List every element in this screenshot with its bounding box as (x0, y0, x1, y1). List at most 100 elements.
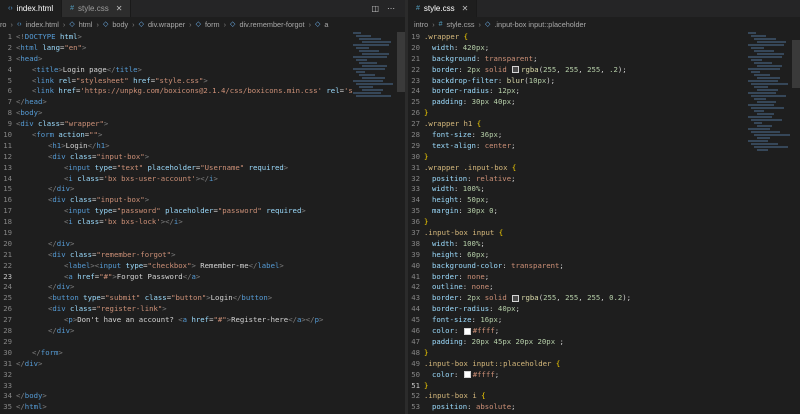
code-line[interactable]: 29 (0, 337, 405, 348)
breadcrumb-item[interactable]: style.css (447, 20, 475, 29)
code-line[interactable]: 2 <html lang="en"> (0, 43, 405, 54)
code-line[interactable]: 32 (0, 370, 405, 381)
breadcrumb-item[interactable]: div.wrapper (148, 20, 185, 29)
vertical-scrollbar[interactable] (397, 32, 405, 92)
code-line[interactable]: 45 font-size: 16px; (408, 315, 800, 326)
code-line[interactable]: 8 <body> (0, 108, 405, 119)
code-line[interactable]: 22 border: 2px solid rgba(255, 255, 255, … (408, 65, 800, 76)
breadcrumb-item[interactable]: a (324, 20, 328, 29)
code-line[interactable]: 31 .wrapper .input-box { (408, 163, 800, 174)
code-line[interactable]: 26} (408, 108, 800, 119)
color-swatch-icon[interactable] (463, 327, 471, 335)
color-swatch-icon[interactable] (512, 294, 520, 302)
breadcrumb-item[interactable]: html (79, 20, 93, 29)
tab-index-html[interactable]: ‹› index.html (0, 0, 63, 17)
code-line[interactable]: 50 color: #ffff; (408, 370, 800, 381)
code-line[interactable]: 10 <form action=""> (0, 130, 405, 141)
code-line[interactable]: 35 </html> (0, 402, 405, 413)
code-line[interactable]: 28 </div> (0, 326, 405, 337)
breadcrumb-item[interactable]: intro (414, 20, 428, 29)
code-token: ; (497, 130, 503, 140)
breadcrumb-item[interactable]: div.remember-forgot (239, 20, 304, 29)
code-line[interactable]: 20 width: 420px; (408, 43, 800, 54)
code-line[interactable]: 29 text-align: center; (408, 141, 800, 152)
code-line[interactable]: 52 .input-box i { (408, 391, 800, 402)
minimap[interactable] (353, 32, 397, 414)
code-line[interactable]: 39 height: 60px; (408, 250, 800, 261)
code-line[interactable]: 1 <!DOCTYPE html> (0, 32, 405, 43)
split-editor-icon[interactable]: ◫ (371, 4, 379, 13)
code-line[interactable]: 53 position: absolute; (408, 402, 800, 413)
tab-style-css[interactable]: # style.css ✕ (408, 0, 478, 17)
more-actions-icon[interactable]: ⋯ (387, 4, 395, 13)
code-line[interactable]: 3 <head> (0, 54, 405, 65)
close-icon[interactable]: ✕ (462, 4, 469, 13)
code-line[interactable]: 22 <label><input type="checkbox"> Remembe… (0, 261, 405, 272)
code-line[interactable]: 18 <i class='bx bxs-lock'></i> (0, 217, 405, 228)
code-line[interactable]: 32 position: relative; (408, 174, 800, 185)
minimap[interactable] (748, 32, 792, 414)
code-line[interactable]: 27 .wrapper h1 { (408, 119, 800, 130)
code-line[interactable]: 7 </head> (0, 97, 405, 108)
code-line[interactable]: 23 <a href="#">Forgot Password</a> (0, 272, 405, 283)
code-line[interactable]: 19 .wrapper { (408, 32, 800, 43)
code-line[interactable]: 27 <p>Don't have an account? <a href="#">… (0, 315, 405, 326)
code-line[interactable]: 21 background: transparent; (408, 54, 800, 65)
code-line[interactable]: 19 (0, 228, 405, 239)
code-line[interactable]: 30 </form> (0, 348, 405, 359)
code-line[interactable]: 16 <div class="input-box"> (0, 195, 405, 206)
code-line[interactable]: 42 outline: none; (408, 282, 800, 293)
code-line[interactable]: 11 <h1>Login</h1> (0, 141, 405, 152)
color-swatch-icon[interactable] (463, 371, 471, 379)
code-line[interactable]: 41 border: none; (408, 272, 800, 283)
code-line[interactable]: 44 border-radius: 40px; (408, 304, 800, 315)
color-swatch-icon[interactable] (512, 66, 520, 74)
breadcrumb-item[interactable]: ro (0, 20, 7, 29)
code-line[interactable]: 33 (0, 381, 405, 392)
code-line[interactable]: 38 width: 100%; (408, 239, 800, 250)
code-line[interactable]: 23 backdrop-filter: blur(10px); (408, 76, 800, 87)
code-line[interactable]: 33 width: 100%; (408, 184, 800, 195)
code-line[interactable]: 34 height: 50px; (408, 195, 800, 206)
breadcrumb-item[interactable]: form (205, 20, 220, 29)
code-line[interactable]: 13 <input type="text" placeholder="Userna… (0, 163, 405, 174)
code-line[interactable]: 4 <title>Login page</title> (0, 65, 405, 76)
code-line[interactable]: 17 <input type="password" placeholder="pa… (0, 206, 405, 217)
code-line[interactable]: 46 color: #ffff; (408, 326, 800, 337)
code-line[interactable]: 49 .input-box input::placeholder { (408, 359, 800, 370)
code-line[interactable]: 28 font-size: 36px; (408, 130, 800, 141)
tab-style-css[interactable]: # style.css ✕ (62, 0, 132, 17)
close-icon[interactable]: ✕ (116, 4, 123, 13)
code-line[interactable]: 5 <link rel="stylesheet" href="style.css"… (0, 76, 405, 87)
code-editor-html[interactable]: 1 <!DOCTYPE html> 2 <html lang="en"> 3 <head>… (0, 32, 405, 414)
vertical-scrollbar[interactable] (792, 40, 800, 88)
code-line[interactable]: 47 padding: 20px 45px 20px 20px ; (408, 337, 800, 348)
code-line[interactable]: 12 <div class="input-box"> (0, 152, 405, 163)
breadcrumb-item[interactable]: .input-box input::placeholder (494, 20, 586, 29)
code-line[interactable]: 36} (408, 217, 800, 228)
code-editor-css[interactable]: 19 .wrapper {20 width: 420px; 21 background:… (408, 32, 800, 414)
minimap-line (353, 32, 361, 34)
code-line[interactable]: 25 padding: 30px 40px; (408, 97, 800, 108)
code-line[interactable]: 9 <div class="wrapper"> (0, 119, 405, 130)
code-line[interactable]: 26 <div class="register-link"> (0, 304, 405, 315)
code-line[interactable]: 21 <div class="remember-forgot"> (0, 250, 405, 261)
code-line[interactable]: 31 </div> (0, 359, 405, 370)
code-line[interactable]: 30} (408, 152, 800, 163)
breadcrumb-item[interactable]: index.html (26, 20, 59, 29)
code-line[interactable]: 37 .input-box input { (408, 228, 800, 239)
code-line[interactable]: 43 border: 2px solid rgba(255, 255, 255, … (408, 293, 800, 304)
code-line[interactable]: 51} (408, 381, 800, 392)
breadcrumb-item[interactable]: body (112, 20, 128, 29)
code-line[interactable]: 35 margin: 30px 0; (408, 206, 800, 217)
code-line[interactable]: 24 </div> (0, 282, 405, 293)
code-line[interactable]: 24 border-radius: 12px; (408, 86, 800, 97)
code-line[interactable]: 40 background-color: transparent; (408, 261, 800, 272)
code-line[interactable]: 14 <i class='bx bxs-user-account'></i> (0, 174, 405, 185)
code-line[interactable]: 6 <link href='https://unpkg.com/boxicons@… (0, 86, 405, 97)
code-line[interactable]: 25 <button type="submit" class="button">L… (0, 293, 405, 304)
code-line[interactable]: 20 </div> (0, 239, 405, 250)
code-line[interactable]: 34 </body> (0, 391, 405, 402)
code-line[interactable]: 48} (408, 348, 800, 359)
code-line[interactable]: 15 </div> (0, 184, 405, 195)
